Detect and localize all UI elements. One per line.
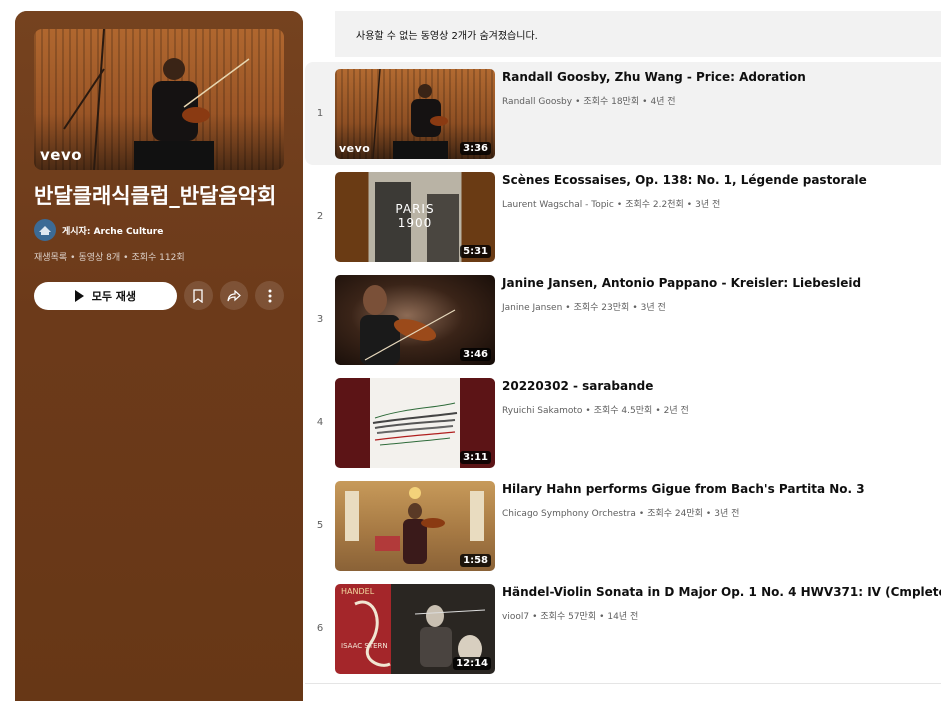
channel-avatar[interactable]	[34, 219, 56, 241]
video-row[interactable]: 3 3:46 Janine Jansen, Antonio Pappano - …	[305, 268, 941, 371]
playlist-actions: 모두 재생	[34, 281, 284, 310]
video-title[interactable]: 20220302 - sarabande	[502, 379, 932, 393]
video-meta: Chicago Symphony Orchestra • 조회수 24만회 • 3년 전	[502, 509, 740, 519]
video-views: 조회수 18만회	[583, 97, 640, 107]
video-title[interactable]: Händel-Violin Sonata in D Major Op. 1 No…	[502, 585, 941, 599]
video-meta: Randall Goosby • 조회수 18만회 • 4년 전	[502, 97, 676, 107]
video-views: 조회수 2.2천회	[625, 200, 684, 210]
playlist-type: 재생목록	[34, 253, 68, 263]
video-channel[interactable]: Janine Jansen	[502, 303, 562, 313]
more-icon	[268, 289, 272, 302]
video-index: 4	[316, 417, 324, 428]
divider	[305, 683, 941, 684]
video-index: 6	[316, 623, 324, 634]
video-channel[interactable]: Ryuichi Sakamoto	[502, 406, 582, 416]
video-views: 조회수 57만회	[540, 612, 597, 622]
bookmark-icon	[193, 288, 203, 303]
video-index: 2	[316, 211, 324, 222]
video-channel[interactable]: viool7	[502, 612, 529, 622]
video-channel[interactable]: Randall Goosby	[502, 97, 572, 107]
vevo-logo: vevo	[339, 142, 371, 155]
video-index: 5	[316, 520, 324, 531]
video-row[interactable]: 4 3:11 20220302 - sarabande Ryuichi Saka…	[305, 371, 941, 474]
video-meta: Laurent Wagschal - Topic • 조회수 2.2천회 • 3년 전	[502, 200, 721, 210]
video-thumbnail[interactable]: 3:46	[335, 275, 495, 365]
video-duration: 12:14	[453, 657, 491, 670]
video-age: 2년 전	[663, 406, 689, 416]
video-age: 3년 전	[714, 509, 740, 519]
play-all-button[interactable]: 모두 재생	[34, 281, 177, 310]
video-views: 조회수 4.5만회	[593, 406, 653, 416]
video-duration: 1:58	[460, 554, 491, 567]
video-duration: 5:31	[460, 245, 491, 258]
playlist-meta: 재생목록 • 동영상 8개 • 조회수 112회	[34, 253, 185, 263]
video-title[interactable]: Hilary Hahn performs Gigue from Bach's P…	[502, 482, 932, 496]
video-duration: 3:46	[460, 348, 491, 361]
owner-name[interactable]: 게시자: Arche Culture	[62, 224, 163, 237]
share-button[interactable]	[219, 281, 249, 310]
video-title[interactable]: Janine Jansen, Antonio Pappano - Kreisle…	[502, 276, 932, 290]
play-all-label: 모두 재생	[91, 289, 137, 303]
video-meta: viool7 • 조회수 57만회 • 14년 전	[502, 612, 639, 622]
video-index: 1	[316, 108, 324, 119]
video-row[interactable]: 1 vevo 3:36 Randall Goosby, Zhu Wang - P…	[305, 62, 941, 165]
video-thumbnail[interactable]: 1:58	[335, 481, 495, 571]
owner-row[interactable]: 게시자: Arche Culture	[34, 219, 284, 241]
notice-text: 사용할 수 없는 동영상 2개가 숨겨졌습니다.	[356, 30, 538, 42]
video-channel[interactable]: Laurent Wagschal - Topic	[502, 200, 614, 210]
video-age: 3년 전	[640, 303, 666, 313]
video-count: 동영상 8개	[78, 253, 121, 263]
video-duration: 3:11	[460, 451, 491, 464]
vevo-logo: vevo	[40, 146, 83, 164]
video-list: 1 vevo 3:36 Randall Goosby, Zhu Wang - P…	[305, 62, 941, 680]
play-icon	[74, 289, 84, 302]
video-age: 3년 전	[695, 200, 721, 210]
video-index: 3	[316, 314, 324, 325]
hidden-videos-notice: 사용할 수 없는 동영상 2개가 숨겨졌습니다.	[335, 11, 941, 57]
album-text-bottom: ISAAC STERN	[341, 642, 388, 650]
album-text: PARIS 1900	[395, 202, 435, 230]
playlist-cover-thumbnail[interactable]: vevo	[34, 29, 284, 170]
playlist-title: 반달클래식클럽_반달음악회	[34, 184, 277, 208]
video-row[interactable]: 5 1:58 Hilary Hahn performs Gigue from B…	[305, 474, 941, 577]
video-age: 4년 전	[650, 97, 676, 107]
video-age: 14년 전	[607, 612, 639, 622]
video-title[interactable]: Randall Goosby, Zhu Wang - Price: Adorat…	[502, 70, 932, 84]
more-options-button[interactable]	[255, 281, 284, 310]
avatar-icon	[39, 226, 51, 235]
video-channel[interactable]: Chicago Symphony Orchestra	[502, 509, 636, 519]
video-views: 조회수 23만회	[573, 303, 630, 313]
share-icon	[227, 289, 241, 301]
video-thumbnail[interactable]: HANDEL ISAAC STERN 12:14	[335, 584, 495, 674]
video-thumbnail[interactable]: PARIS 1900 5:31	[335, 172, 495, 262]
view-count: 조회수 112회	[131, 253, 185, 263]
playlist-header-panel: vevo 반달클래식클럽_반달음악회 게시자: Arche Culture 재생…	[15, 11, 303, 701]
video-duration: 3:36	[460, 142, 491, 155]
video-row[interactable]: 6 HANDEL ISAAC STERN 12:14 Händel-Violin…	[305, 577, 941, 680]
video-title[interactable]: Scènes Ecossaises, Op. 138: No. 1, Légen…	[502, 173, 932, 187]
album-text-top: HANDEL	[341, 587, 375, 596]
video-meta: Janine Jansen • 조회수 23만회 • 3년 전	[502, 303, 666, 313]
video-thumbnail[interactable]: 3:11	[335, 378, 495, 468]
save-playlist-button[interactable]	[183, 281, 213, 310]
video-row[interactable]: 2 PARIS 1900 5:31 Scènes Ecossaises, Op.…	[305, 165, 941, 268]
video-thumbnail[interactable]: vevo 3:36	[335, 69, 495, 159]
video-views: 조회수 24만회	[647, 509, 703, 519]
video-meta: Ryuichi Sakamoto • 조회수 4.5만회 • 2년 전	[502, 406, 689, 416]
